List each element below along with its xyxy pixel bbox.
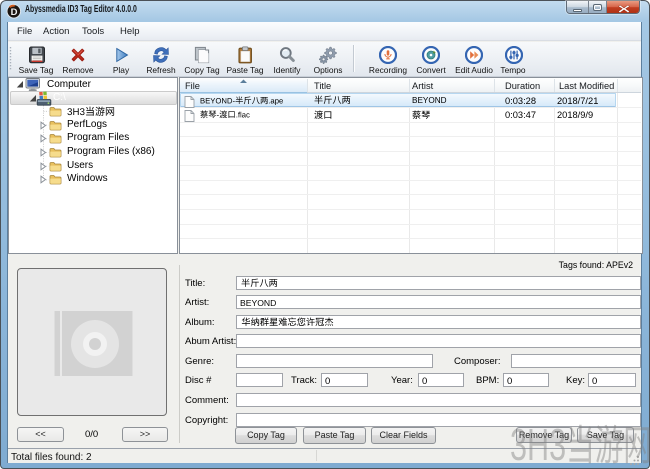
svg-text:D: D (11, 7, 18, 18)
